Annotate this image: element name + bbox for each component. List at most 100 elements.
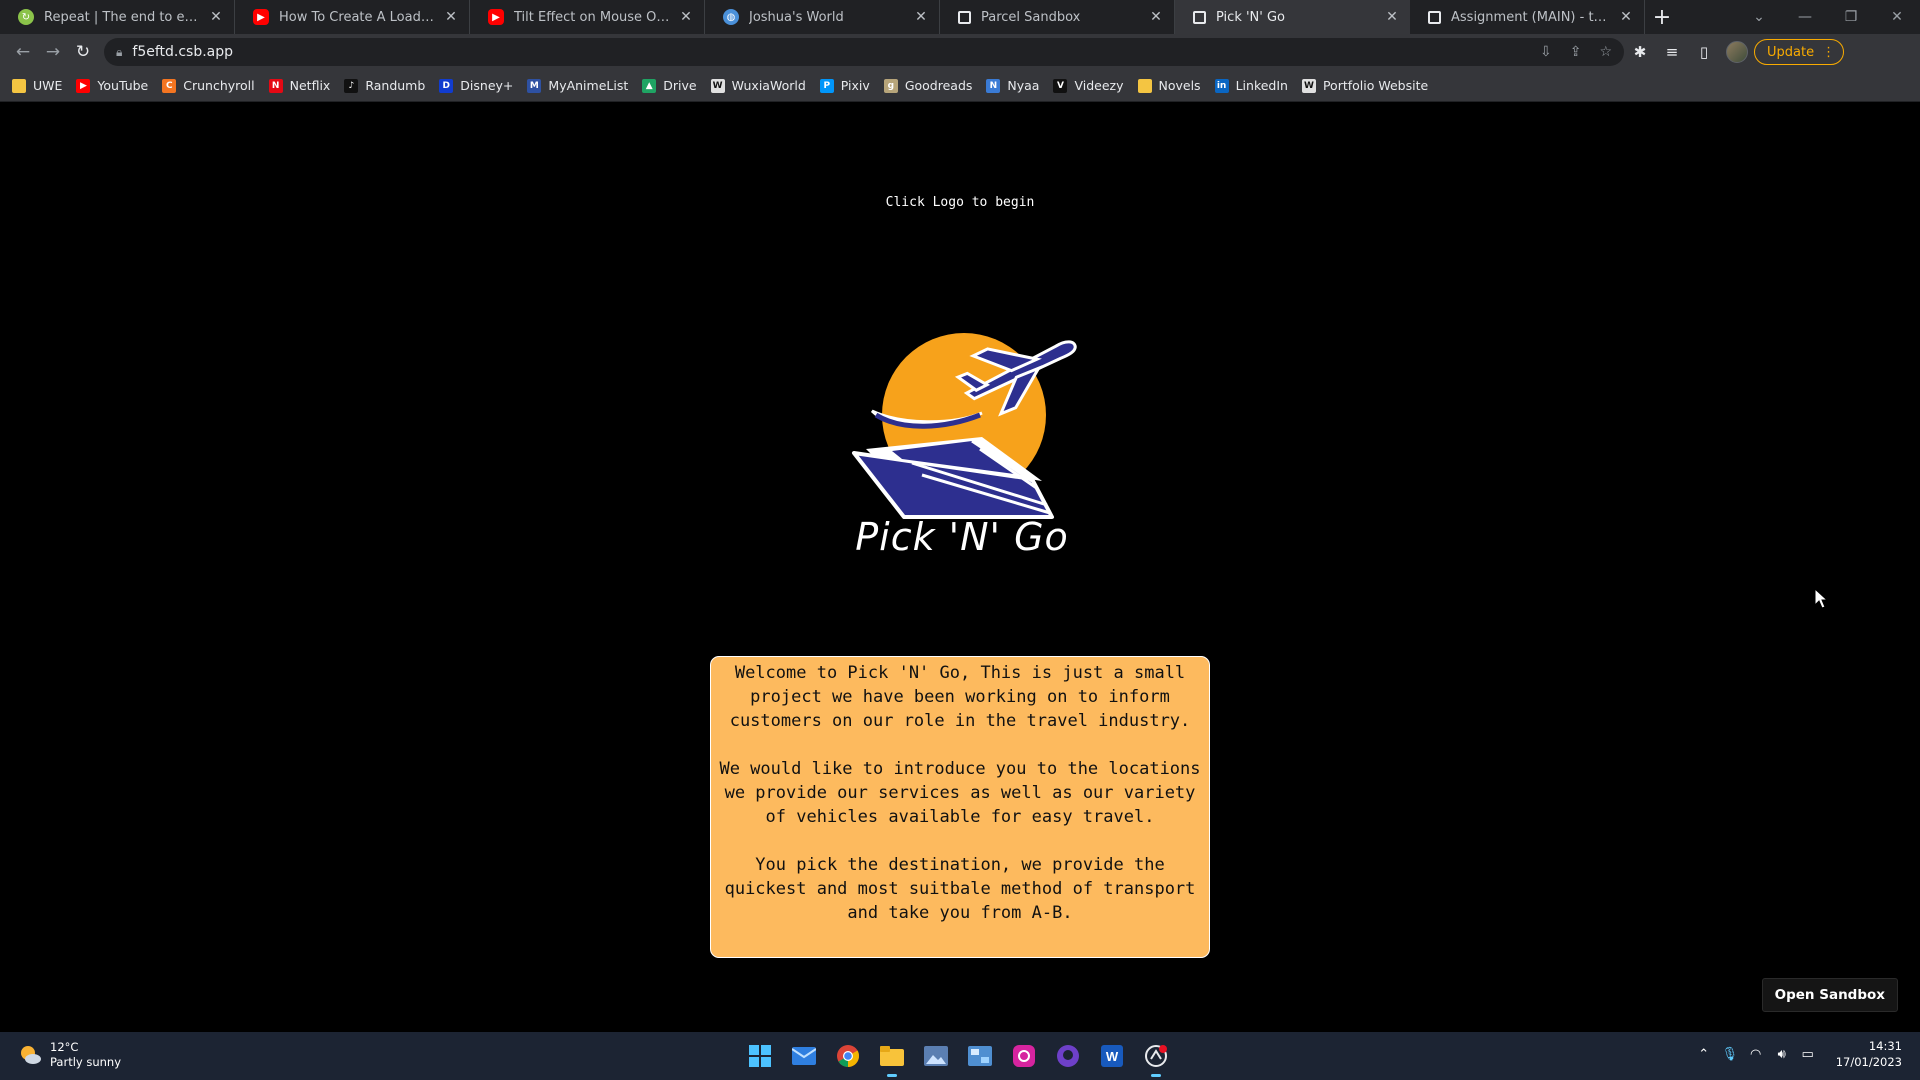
welcome-paragraph: You pick the destination, we provide the… [724, 855, 1196, 923]
svg-text:W: W [1106, 1049, 1119, 1064]
bookmark-youtube[interactable]: ▶ YouTube [76, 78, 148, 93]
windows-start-icon[interactable] [744, 1040, 776, 1072]
tab-assignment-main[interactable]: Assignment (MAIN) - text - Cod ✕ [1410, 0, 1645, 34]
tab-joshuas-world[interactable]: ◍ Joshua's World ✕ [705, 0, 940, 34]
restore-icon[interactable]: ❐ [1828, 9, 1874, 25]
close-icon[interactable]: ✕ [208, 9, 224, 25]
tab-loading-screen[interactable]: ▶ How To Create A Loading Screen ✕ [235, 0, 470, 34]
linkedin-icon: in [1214, 78, 1229, 93]
more-menu-icon[interactable]: ⋮ [1822, 45, 1835, 60]
close-icon[interactable]: ✕ [443, 9, 459, 25]
screen: ↻ Repeat | The end to end reorder ✕ ▶ Ho… [0, 0, 1920, 1080]
taskbar-apps: W [744, 1040, 1184, 1077]
weather-widget[interactable]: 12°C Partly sunny [18, 1040, 121, 1070]
bookmark-star-icon[interactable]: ☆ [1599, 44, 1612, 60]
window-controls: ⌄ — ❐ ✕ [1736, 0, 1920, 34]
tab-tilt-effect[interactable]: ▶ Tilt Effect on Mouse Over (HTML ✕ [470, 0, 705, 34]
tab-pick-n-go[interactable]: Pick 'N' Go ✕ [1175, 0, 1410, 34]
drive-icon: ▲ [642, 78, 657, 93]
bookmark-uwe[interactable]: UWE [12, 78, 62, 93]
close-icon[interactable]: ✕ [913, 9, 929, 25]
word-icon[interactable]: W [1096, 1040, 1128, 1072]
bookmark-wuxiaworld[interactable]: W WuxiaWorld [710, 78, 806, 93]
back-button[interactable]: ← [8, 37, 38, 67]
forward-button[interactable]: → [38, 37, 68, 67]
share-icon[interactable]: ⇪ [1570, 44, 1582, 60]
chevron-up-icon[interactable]: ⌃ [1692, 1047, 1716, 1062]
avatar[interactable] [1726, 41, 1748, 63]
bookmark-netflix[interactable]: N Netflix [268, 78, 330, 93]
tab-parcel-sandbox[interactable]: Parcel Sandbox ✕ [940, 0, 1175, 34]
tab-repeat[interactable]: ↻ Repeat | The end to end reorder ✕ [0, 0, 235, 34]
close-icon[interactable]: ✕ [1618, 9, 1634, 25]
instagram-icon[interactable] [1008, 1040, 1040, 1072]
logo[interactable]: Pick 'N' Go [832, 313, 1092, 573]
close-icon[interactable]: ✕ [678, 9, 694, 25]
tab-title: Tilt Effect on Mouse Over (HTML [514, 9, 672, 25]
bookmark-label: Nyaa [1007, 78, 1040, 93]
tab-title: How To Create A Loading Screen [279, 9, 437, 25]
tab-title: Parcel Sandbox [981, 9, 1081, 25]
mouse-cursor-icon [1814, 588, 1828, 609]
control-panel-icon[interactable] [964, 1040, 996, 1072]
close-icon[interactable]: ✕ [1148, 9, 1164, 25]
microphone-icon[interactable]: 🎙︎ [1718, 1047, 1742, 1062]
bookmark-nyaa[interactable]: N Nyaa [986, 78, 1039, 93]
media-controls-icon[interactable]: ≡ [1656, 37, 1688, 67]
clock[interactable]: 14:31 17/01/2023 [1836, 1038, 1902, 1070]
close-icon[interactable]: ✕ [1384, 9, 1400, 25]
side-panel-icon[interactable]: ▯ [1688, 37, 1720, 67]
battery-icon[interactable]: ▭ [1796, 1047, 1820, 1062]
chrome-icon[interactable] [832, 1040, 864, 1072]
bookmark-goodreads[interactable]: g Goodreads [883, 78, 972, 93]
file-explorer-icon[interactable] [876, 1040, 908, 1077]
welcome-panel: Welcome to Pick 'N' Go, This is just a s… [710, 656, 1210, 958]
bookmark-label: Randumb [365, 78, 426, 93]
bookmark-linkedin[interactable]: in LinkedIn [1214, 78, 1288, 93]
codesandbox-icon [958, 10, 971, 24]
bookmark-disney[interactable]: D Disney+ [439, 78, 513, 93]
bookmark-portfolio-website[interactable]: W Portfolio Website [1301, 78, 1428, 93]
bookmark-drive[interactable]: ▲ Drive [642, 78, 697, 93]
url-text: f5eftd.csb.app [132, 44, 234, 60]
volume-icon[interactable]: 🔊︎ [1770, 1047, 1794, 1062]
videezy-icon: V [1053, 78, 1068, 93]
repeat-favicon-icon: ↻ [18, 9, 34, 25]
bookmark-crunchyroll[interactable]: C Crunchyroll [162, 78, 255, 93]
bookmark-videezy[interactable]: V Videezy [1053, 78, 1124, 93]
bookmark-randumb[interactable]: ♪ Randumb [344, 78, 425, 93]
pixiv-icon: P [819, 78, 834, 93]
photos-icon[interactable] [920, 1040, 952, 1072]
install-app-icon[interactable]: ⇩ [1540, 44, 1552, 60]
lock-icon[interactable]: 🔒︎ [116, 45, 122, 60]
bookmark-label: UWE [33, 78, 63, 93]
mail-icon[interactable] [788, 1040, 820, 1072]
bookmark-label: Videezy [1074, 78, 1124, 93]
address-bar[interactable]: 🔒︎ f5eftd.csb.app ⇩ ⇪ ☆ [104, 38, 1624, 66]
github-icon[interactable] [1052, 1040, 1084, 1072]
minimize-icon[interactable]: — [1782, 9, 1828, 25]
codesandbox-app-icon[interactable] [1140, 1040, 1172, 1077]
window-close-icon[interactable]: ✕ [1874, 9, 1920, 25]
wifi-icon[interactable]: ◠ [1744, 1047, 1768, 1062]
disney-icon: D [439, 78, 454, 93]
tab-strip: ↻ Repeat | The end to end reorder ✕ ▶ Ho… [0, 0, 1920, 34]
bookmark-label: YouTube [97, 78, 149, 93]
system-tray: ⌃ 🎙︎ ◠ 🔊︎ ▭ 14:31 17/01/2023 [1692, 1038, 1902, 1070]
codesandbox-icon [1428, 10, 1441, 24]
bookmark-pixiv[interactable]: P Pixiv [819, 78, 870, 93]
reload-button[interactable]: ↻ [68, 37, 98, 67]
taskbar: 12°C Partly sunny W ⌃ 🎙︎ ◠ 🔊︎ ▭ 14:31 17… [0, 1032, 1920, 1080]
youtube-icon: ▶ [488, 9, 504, 25]
extensions-icon[interactable]: ✱ [1624, 37, 1656, 67]
new-tab-button[interactable]: + [1645, 0, 1679, 34]
update-button[interactable]: Update ⋮ [1754, 39, 1845, 65]
open-sandbox-button[interactable]: Open Sandbox [1761, 978, 1898, 1012]
clock-date: 17/01/2023 [1835, 1055, 1902, 1069]
crunchyroll-icon: C [162, 78, 177, 93]
clock-time: 14:31 [1868, 1039, 1902, 1053]
bookmark-novels[interactable]: Novels [1137, 78, 1201, 93]
tab-search-icon[interactable]: ⌄ [1736, 9, 1782, 25]
bookmark-label: LinkedIn [1235, 78, 1288, 93]
bookmark-myanimelist[interactable]: M MyAnimeList [527, 78, 628, 93]
